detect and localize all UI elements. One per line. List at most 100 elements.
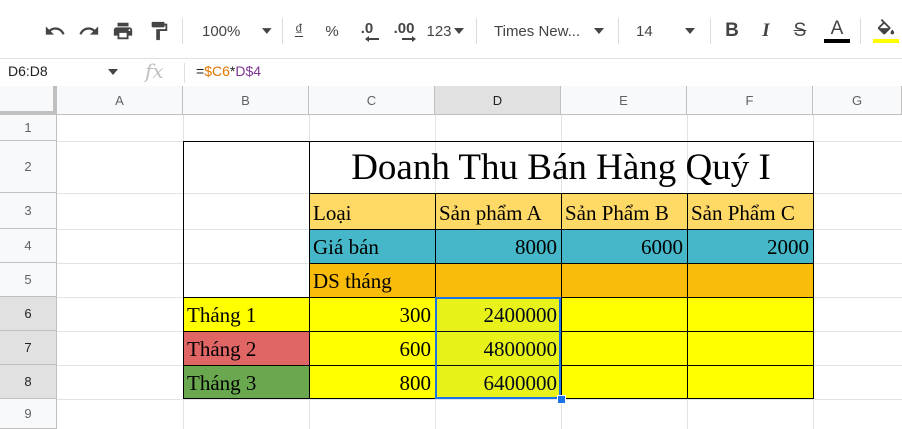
toolbar-divider — [710, 18, 711, 44]
row-header-1[interactable]: 1 — [0, 115, 57, 141]
text-color-swatch — [824, 39, 850, 43]
column-header-c[interactable]: C — [309, 86, 435, 115]
formula-prefix: = — [196, 63, 205, 79]
cell-border — [561, 193, 562, 399]
percent-icon: % — [325, 22, 339, 40]
toolbar-divider — [282, 18, 283, 44]
redo-button[interactable] — [74, 14, 104, 48]
quantity-cell[interactable]: 300 — [309, 297, 435, 331]
price-label[interactable]: Giá bán — [309, 229, 435, 263]
row-header-2[interactable]: 2 — [0, 141, 57, 193]
cell-border — [813, 141, 814, 399]
sales-label[interactable]: DS tháng — [309, 263, 435, 297]
column-header-d[interactable]: D — [435, 86, 561, 115]
quantity-cell[interactable]: 800 — [309, 365, 435, 399]
chevron-down-icon — [453, 28, 464, 34]
gridline — [57, 399, 902, 400]
bold-icon: B — [725, 20, 739, 41]
formula-ref-1: $C6 — [204, 63, 230, 79]
font-family-value: Times New... — [494, 22, 581, 40]
fill-handle[interactable] — [557, 395, 566, 404]
strikethrough-icon: S — [793, 20, 807, 41]
price-cell[interactable]: 6000 — [561, 229, 687, 263]
row-header-3[interactable]: 3 — [0, 193, 57, 229]
name-box[interactable]: D6:D8 — [8, 63, 48, 79]
row-header-5[interactable]: 5 — [0, 263, 57, 297]
column-header-f[interactable]: F — [687, 86, 813, 115]
price-cell[interactable]: 2000 — [687, 229, 813, 263]
cell-border — [687, 193, 688, 399]
decrease-decimal-button[interactable]: .0 — [352, 14, 382, 48]
formula-divider — [184, 63, 185, 83]
bold-button[interactable]: B — [720, 14, 744, 48]
toolbar-divider — [618, 18, 619, 44]
chevron-down-icon — [262, 28, 272, 34]
fill-color-button[interactable] — [870, 14, 902, 48]
undo-icon — [45, 26, 65, 35]
sheet-title[interactable]: Doanh Thu Bán Hàng Quý I — [309, 141, 813, 193]
formula-ref-2: D$4 — [235, 63, 262, 79]
row-header-8[interactable]: 8 — [0, 365, 57, 399]
redo-icon — [79, 26, 99, 35]
percent-format-button[interactable]: % — [320, 14, 344, 48]
cell-border — [309, 141, 310, 399]
column-header-g[interactable]: G — [813, 86, 902, 115]
selection-range — [435, 297, 561, 399]
row-header-6[interactable]: 6 — [0, 297, 57, 331]
cell-border — [183, 141, 814, 142]
chevron-down-icon — [594, 28, 605, 34]
toolbar-divider — [182, 18, 183, 44]
header-cell[interactable]: Sản Phẩm C — [687, 193, 813, 229]
toolbar: 100% ₫ % .0 .00 123 Times New... 14 B I … — [0, 0, 902, 58]
toolbar-divider — [860, 18, 861, 44]
paint-format-button[interactable] — [144, 14, 174, 48]
header-cell[interactable]: Sản phẩm A — [435, 193, 561, 229]
month-label[interactable]: Tháng 3 — [183, 365, 309, 399]
increase-decimal-icon: .00 — [393, 19, 415, 37]
column-header-b[interactable]: B — [183, 86, 309, 115]
text-color-button[interactable]: A — [822, 14, 852, 48]
arrow-left-icon — [365, 35, 379, 42]
text-color-icon: A — [830, 18, 844, 39]
quantity-cell[interactable]: 600 — [309, 331, 435, 365]
italic-button[interactable]: I — [754, 14, 778, 48]
italic-icon: I — [762, 20, 770, 41]
toolbar-divider — [476, 18, 477, 44]
month-label[interactable]: Tháng 1 — [183, 297, 309, 331]
decrease-decimal-icon: .0 — [360, 19, 374, 37]
zoom-value: 100% — [202, 22, 241, 40]
increase-decimal-button[interactable]: .00 — [387, 14, 421, 48]
strikethrough-button[interactable]: S — [788, 14, 812, 48]
formula-bar: D6:D8 fx =$C6*D$4 — [0, 58, 902, 87]
cell-border — [183, 141, 184, 399]
font-family-select[interactable]: Times New... — [486, 14, 610, 48]
more-formats-select[interactable]: 123 — [423, 14, 467, 48]
fill-color-icon — [877, 19, 895, 35]
paint-format-icon — [151, 21, 168, 41]
zoom-select[interactable]: 100% — [194, 14, 272, 48]
currency-icon: ₫ — [294, 22, 304, 39]
select-all-corner[interactable] — [0, 86, 57, 115]
price-cell[interactable]: 8000 — [435, 229, 561, 263]
row-header-9[interactable]: 9 — [0, 399, 57, 429]
chevron-down-icon — [684, 28, 695, 34]
column-header-a[interactable]: A — [57, 86, 183, 115]
formula-input[interactable]: =$C6*D$4 — [196, 63, 261, 79]
undo-button[interactable] — [40, 14, 70, 48]
fill-color-swatch — [873, 39, 899, 43]
currency-format-button[interactable]: ₫ — [288, 14, 310, 48]
row-header-7[interactable]: 7 — [0, 331, 57, 365]
fx-icon: fx — [145, 59, 164, 83]
font-size-select[interactable]: 14 — [626, 14, 702, 48]
header-cell[interactable]: Loại — [309, 193, 435, 229]
header-cell[interactable]: Sản Phẩm B — [561, 193, 687, 229]
font-size-value: 14 — [636, 22, 653, 40]
print-button[interactable] — [108, 14, 138, 48]
column-header-e[interactable]: E — [561, 86, 687, 115]
more-formats-label: 123 — [426, 22, 452, 40]
print-icon — [113, 22, 133, 40]
row-header-4[interactable]: 4 — [0, 229, 57, 263]
month-label[interactable]: Tháng 2 — [183, 331, 309, 365]
chevron-down-icon[interactable] — [108, 69, 118, 75]
arrow-right-icon — [402, 35, 416, 42]
